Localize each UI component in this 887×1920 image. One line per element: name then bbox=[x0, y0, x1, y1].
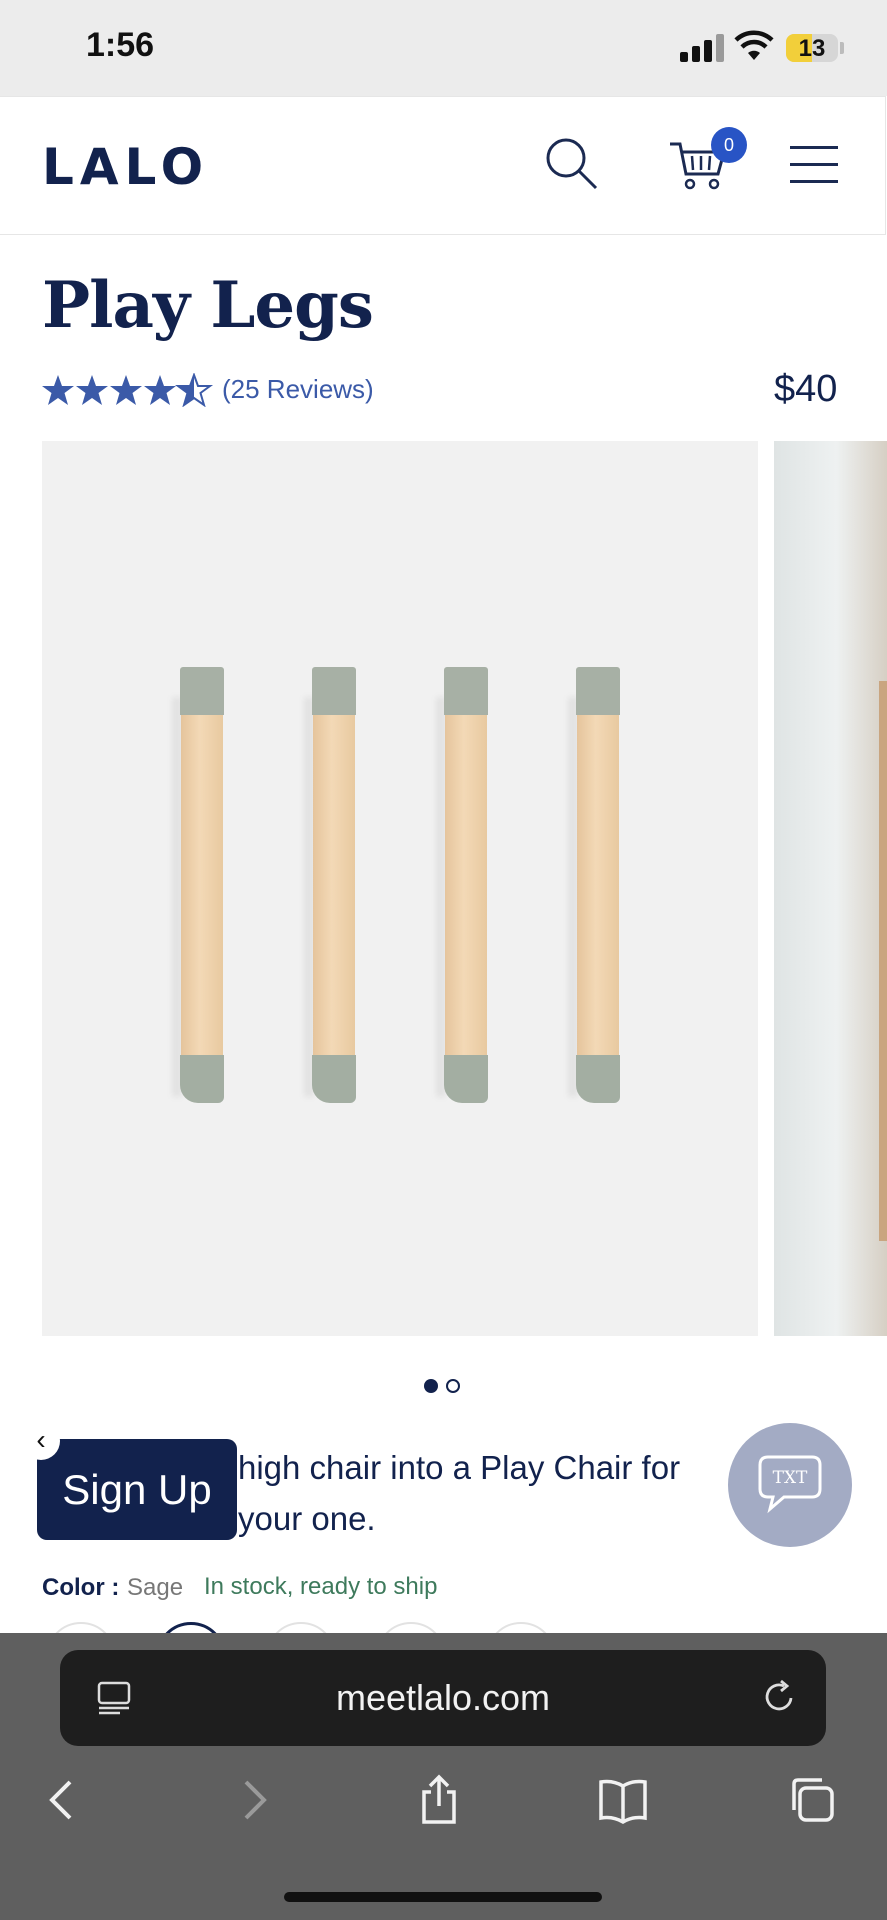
play-leg-image bbox=[304, 667, 356, 1103]
carousel-dot-2[interactable] bbox=[446, 1379, 460, 1393]
battery-tip bbox=[840, 42, 844, 54]
color-label: Color : bbox=[42, 1574, 120, 1601]
lalo-logo[interactable]: LALO bbox=[42, 138, 209, 196]
share-icon[interactable] bbox=[414, 1774, 464, 1826]
battery-icon: 13 bbox=[786, 34, 838, 62]
play-leg-image bbox=[568, 667, 620, 1103]
battery-level: 13 bbox=[798, 35, 826, 62]
cart-count-badge: 0 bbox=[711, 127, 747, 163]
sign-up-button[interactable]: Sign Up bbox=[37, 1439, 237, 1540]
product-title: Play Legs bbox=[42, 268, 374, 343]
star-icon bbox=[76, 375, 108, 405]
play-leg-image bbox=[436, 667, 488, 1103]
search-icon[interactable] bbox=[544, 136, 600, 192]
play-leg-image bbox=[172, 667, 224, 1103]
forward-icon[interactable] bbox=[228, 1774, 278, 1826]
cellular-signal-icon bbox=[680, 34, 724, 62]
close-icon[interactable]: ‹ bbox=[22, 1422, 60, 1460]
carousel-dot-1[interactable] bbox=[424, 1379, 438, 1393]
txt-chat-button[interactable]: TXT bbox=[728, 1423, 852, 1547]
chat-bubble-icon: TXT bbox=[758, 1455, 822, 1514]
product-price: $40 bbox=[774, 368, 838, 410]
tabs-icon[interactable] bbox=[786, 1774, 836, 1826]
stock-status: In stock, ready to ship bbox=[204, 1573, 438, 1600]
reader-mode-icon[interactable] bbox=[96, 1680, 132, 1716]
product-image-play-legs[interactable] bbox=[42, 441, 758, 1336]
reload-icon[interactable] bbox=[760, 1678, 798, 1716]
txt-label: TXT bbox=[773, 1468, 808, 1488]
star-icon bbox=[42, 375, 74, 405]
color-value: Sage bbox=[127, 1574, 184, 1601]
hamburger-menu-icon[interactable] bbox=[790, 146, 840, 184]
wifi-icon bbox=[734, 30, 774, 60]
home-indicator[interactable] bbox=[284, 1892, 602, 1902]
product-image-next-preview[interactable] bbox=[774, 441, 887, 1336]
status-time: 1:56 bbox=[86, 26, 155, 64]
star-rating[interactable] bbox=[42, 373, 214, 407]
star-icon bbox=[144, 375, 176, 405]
star-icon bbox=[110, 375, 142, 405]
back-icon[interactable] bbox=[38, 1774, 88, 1826]
reviews-link[interactable]: (25 Reviews) bbox=[222, 374, 374, 405]
product-description: high chair into a Play Chair for your on… bbox=[238, 1449, 681, 1537]
bookmarks-icon[interactable] bbox=[598, 1774, 648, 1826]
url-text[interactable]: meetlalo.com bbox=[60, 1650, 826, 1746]
